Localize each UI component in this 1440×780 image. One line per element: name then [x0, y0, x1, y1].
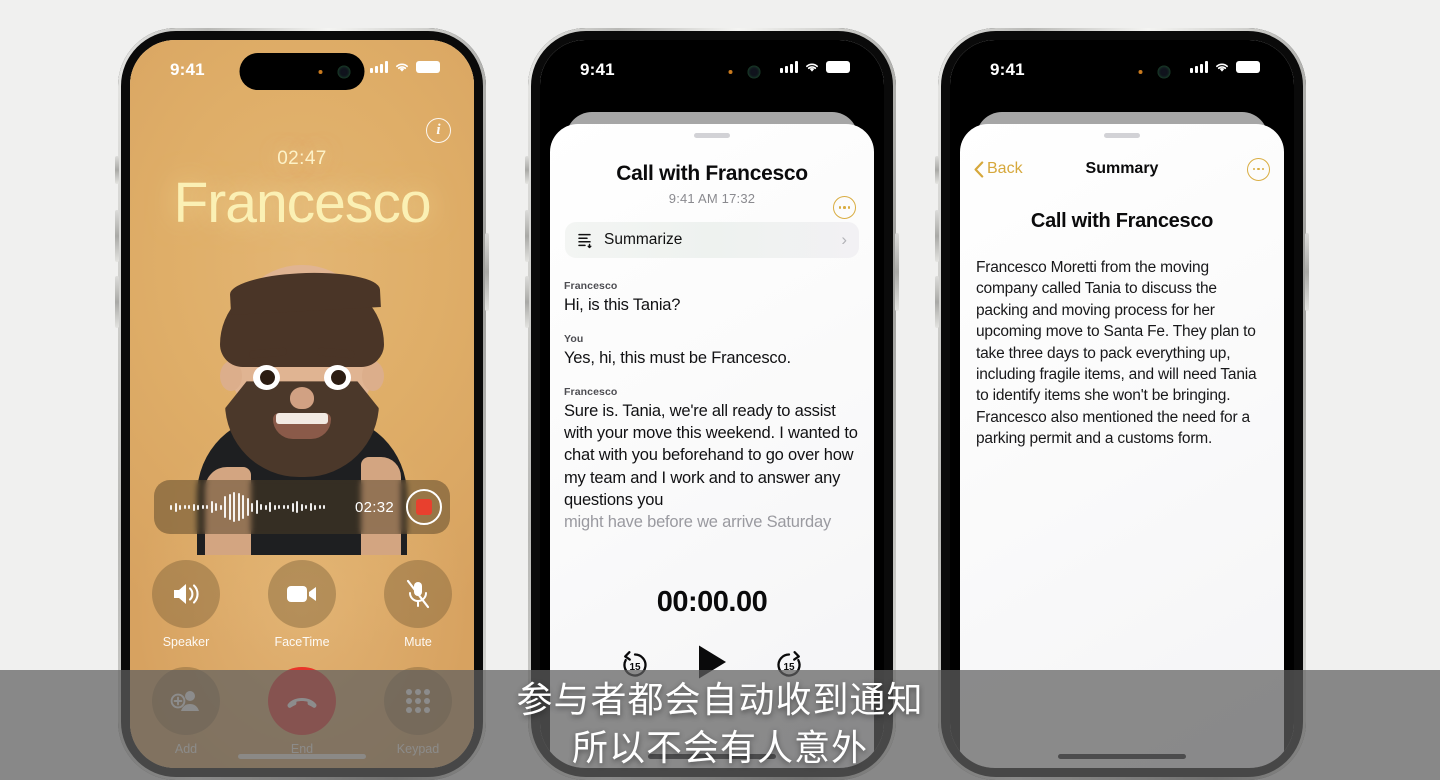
dynamic-island: [649, 53, 775, 90]
navigation-bar: Back Summary: [960, 150, 1284, 188]
transcript-title: Call with Francesco: [616, 162, 808, 185]
call-duration: 02:47: [277, 148, 327, 169]
screenshot-stage: 9:41 i 02:47 Francesco 02:32 Speaker Fac…: [0, 0, 1440, 780]
power-button[interactable]: [485, 233, 489, 311]
battery-icon: [826, 61, 850, 73]
sheet-drag-handle[interactable]: [694, 133, 730, 138]
phone-3-screen: 9:41 Back Summary Call with Francesco Fr…: [950, 40, 1294, 768]
phone-2-screen: 9:41 Call with Francesco 9:41 AM 17:32 S…: [540, 40, 884, 768]
transcript-speaker: Francesco: [564, 386, 618, 399]
call-controls-row-1: Speaker FaceTime Mute: [152, 560, 452, 649]
recording-indicator-dot: [728, 69, 733, 74]
mute-label: Mute: [404, 635, 432, 649]
subtitles: 参与者都会自动收到通知 所以不会有人意外: [0, 676, 1440, 771]
status-time: 9:41: [170, 60, 205, 79]
phone-2-transcript: 9:41 Call with Francesco 9:41 AM 17:32 S…: [525, 28, 899, 780]
volume-down-button[interactable]: [115, 276, 119, 328]
facetime-button[interactable]: FaceTime: [268, 560, 336, 649]
volume-down-button[interactable]: [525, 276, 529, 328]
power-button[interactable]: [1305, 233, 1309, 311]
transcript-text-faded: might have before we arrive Saturday: [564, 512, 832, 531]
front-camera: [747, 65, 761, 78]
recording-elapsed-time: 02:32: [354, 498, 394, 516]
action-button[interactable]: [115, 156, 119, 184]
caller-name: Francesco: [173, 171, 431, 235]
summarize-label: Summarize: [604, 231, 683, 248]
transcript-text: Sure is. Tania, we're all ready to assis…: [564, 402, 858, 509]
battery-icon: [1236, 61, 1260, 73]
power-button[interactable]: [895, 233, 899, 311]
call-recording-bar: 02:32: [154, 480, 450, 534]
transcript-subtitle: 9:41 AM 17:32: [668, 191, 756, 206]
stop-recording-button[interactable]: [406, 489, 442, 525]
summarize-icon: [578, 233, 592, 248]
wifi-icon: [806, 63, 818, 72]
cellular-bars-icon: [370, 61, 388, 73]
transcript-text: Hi, is this Tania?: [564, 296, 681, 314]
status-icons: [1190, 61, 1260, 73]
cellular-bars-icon: [780, 61, 798, 73]
video-camera-icon: [268, 560, 336, 628]
sheet-drag-handle[interactable]: [1104, 133, 1140, 138]
front-camera: [1157, 65, 1171, 78]
transcript-list: Francesco Hi, is this Tania? You Yes, hi…: [564, 280, 860, 533]
transcript-speaker: Francesco: [564, 280, 618, 292]
front-camera: [337, 65, 351, 78]
phone-1-screen: 9:41 i 02:47 Francesco 02:32 Speaker Fac…: [130, 40, 474, 768]
player-time: 00:00.00: [656, 586, 768, 618]
nav-title: Summary: [1085, 160, 1159, 177]
status-icons: [370, 61, 440, 73]
phone-3-summary: 9:41 Back Summary Call with Francesco Fr…: [935, 28, 1309, 780]
cellular-bars-icon: [1190, 61, 1208, 73]
action-button[interactable]: [935, 156, 939, 184]
more-options-button[interactable]: [1247, 157, 1270, 181]
transcript-text: Yes, hi, this must be Francesco.: [564, 349, 791, 368]
dynamic-island: [1059, 53, 1185, 90]
call-info-button[interactable]: i: [426, 118, 451, 143]
phone-1-active-call: 9:41 i 02:47 Francesco 02:32 Speaker Fac…: [115, 28, 489, 780]
battery-icon: [416, 61, 440, 73]
chevron-right-icon: ›: [841, 230, 847, 249]
volume-up-button[interactable]: [115, 210, 119, 262]
volume-down-button[interactable]: [935, 276, 939, 328]
status-icons: [780, 61, 850, 73]
action-button[interactable]: [525, 156, 529, 184]
wifi-icon: [1216, 63, 1228, 72]
wifi-icon: [396, 63, 408, 72]
facetime-label: FaceTime: [274, 635, 330, 649]
dynamic-island: [239, 53, 365, 90]
recording-indicator-dot: [318, 69, 323, 74]
audio-waveform-icon: [170, 491, 351, 523]
subtitle-line-1: 参与者都会自动收到通知: [516, 679, 924, 720]
summarize-row[interactable]: Summarize ›: [565, 222, 859, 258]
transcript-entry: Francesco Sure is. Tania, we're all read…: [564, 386, 860, 533]
microphone-muted-icon: [384, 560, 452, 628]
subtitle-line-2: 所以不会有人意外: [571, 726, 868, 768]
speaker-label: Speaker: [162, 635, 210, 649]
status-time: 9:41: [580, 60, 615, 79]
recording-indicator-dot: [1138, 69, 1143, 74]
mute-button[interactable]: Mute: [384, 560, 452, 649]
speaker-icon: [152, 560, 220, 628]
summary-body: Francesco Moretti from the moving compan…: [976, 259, 1257, 447]
speaker-button[interactable]: Speaker: [152, 560, 220, 649]
more-options-button[interactable]: [833, 196, 856, 219]
transcript-entry: You Yes, hi, this must be Francesco.: [564, 333, 860, 369]
status-time: 9:41: [990, 60, 1025, 79]
volume-up-button[interactable]: [935, 210, 939, 262]
transcript-entry: Francesco Hi, is this Tania?: [564, 280, 860, 316]
volume-up-button[interactable]: [525, 210, 529, 262]
summary-title: Call with Francesco: [1030, 210, 1214, 232]
transcript-speaker: You: [564, 333, 584, 346]
